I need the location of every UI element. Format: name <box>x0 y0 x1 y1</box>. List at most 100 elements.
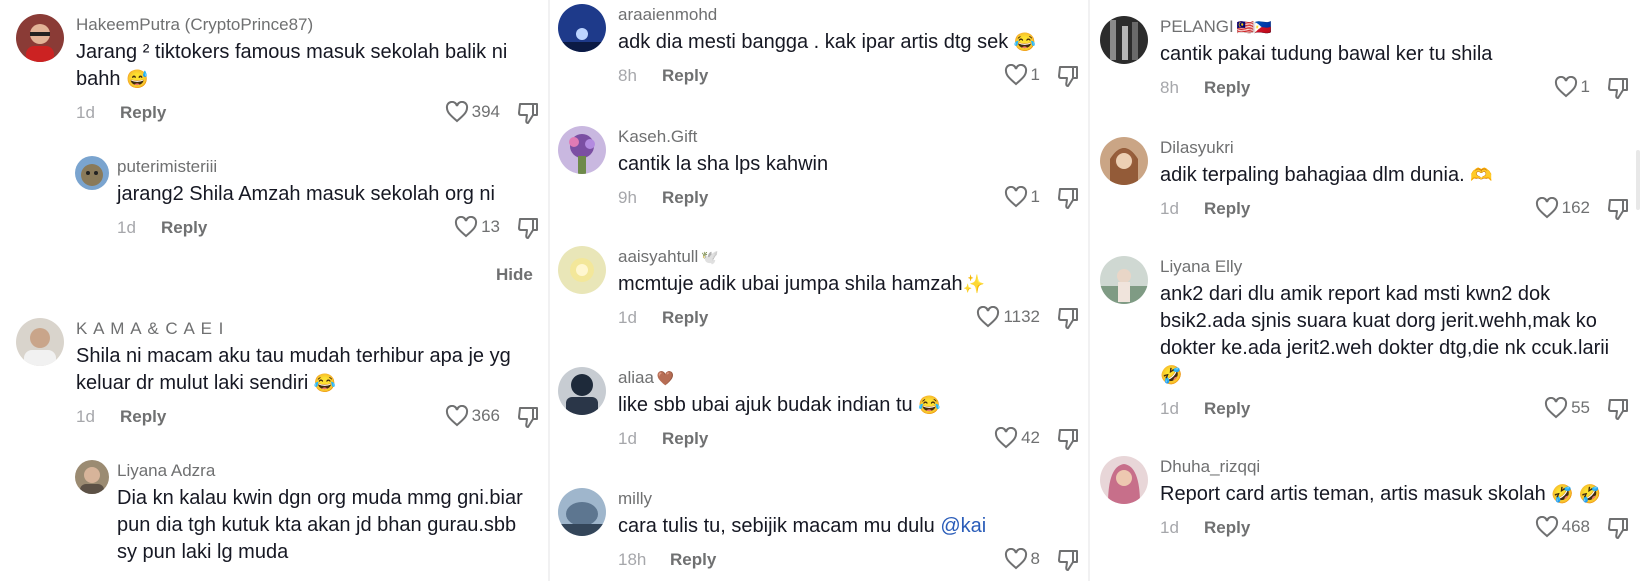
avatar[interactable] <box>1100 456 1148 504</box>
reply-button[interactable]: Reply <box>662 66 708 86</box>
username[interactable]: aliaa 🤎 <box>618 367 1080 389</box>
avatar[interactable] <box>558 246 606 294</box>
comment-meta: 8h Reply 1 <box>1160 76 1630 100</box>
rofl-emoji: 🤣 🤣 <box>1551 484 1602 504</box>
username[interactable]: HakeemPutra (CryptoPrince87) <box>76 14 540 36</box>
username[interactable]: Dilasyukri <box>1160 137 1630 159</box>
thumbs-down-icon <box>518 407 538 428</box>
reply-button[interactable]: Reply <box>662 429 708 449</box>
like-count: 1 <box>1030 65 1040 84</box>
hide-replies-button[interactable]: Hide <box>496 265 533 285</box>
reply-button[interactable]: Reply <box>120 103 166 123</box>
dislike-button[interactable] <box>1606 397 1630 426</box>
scrollbar[interactable] <box>1636 150 1640 210</box>
timestamp: 1d <box>76 103 95 122</box>
avatar[interactable] <box>1100 137 1148 185</box>
like-button[interactable]: 394 <box>445 101 500 123</box>
dislike-button[interactable] <box>1056 548 1080 577</box>
avatar[interactable] <box>75 156 109 190</box>
comment-meta: 1d Reply 13 <box>117 216 540 240</box>
like-button[interactable]: 42 <box>994 427 1040 449</box>
like-count: 42 <box>1021 428 1040 447</box>
reply-button[interactable]: Reply <box>1204 78 1250 98</box>
username[interactable]: milly <box>618 488 1080 510</box>
comment-text: cantik pakai tudung bawal ker tu shila <box>1160 43 1493 65</box>
comment-meta: 1d Reply 42 <box>618 427 1080 451</box>
reply-button[interactable]: Reply <box>161 218 207 238</box>
comment-text: Dia kn kalau kwin dgn org muda mmg gni.b… <box>117 487 523 563</box>
username[interactable]: PELANGI 🇲🇾🇵🇭 <box>1160 16 1630 38</box>
like-count: 13 <box>481 217 500 236</box>
like-button[interactable]: 468 <box>1535 516 1590 538</box>
avatar[interactable] <box>75 460 109 494</box>
like-button[interactable]: 1 <box>1004 64 1040 86</box>
avatar[interactable] <box>558 4 606 52</box>
heart-outline-icon <box>1004 186 1027 208</box>
avatar[interactable] <box>558 367 606 415</box>
timestamp: 1d <box>76 407 95 426</box>
avatar[interactable] <box>558 488 606 536</box>
thumbs-down-icon <box>1608 199 1628 220</box>
like-button[interactable]: 8 <box>1004 548 1040 570</box>
dislike-button[interactable] <box>516 405 540 434</box>
joy-emoji: 😂 <box>313 373 337 393</box>
like-count: 55 <box>1571 398 1590 417</box>
comment-meta: 1d Reply 55 <box>1160 397 1630 421</box>
mention-link[interactable]: @kai <box>940 515 986 537</box>
username[interactable]: Kaseh.Gift <box>618 126 1080 148</box>
like-button[interactable]: 1132 <box>976 306 1040 328</box>
timestamp: 9h <box>618 188 637 207</box>
like-button[interactable]: 1 <box>1554 76 1590 98</box>
username[interactable]: K A M A & C A E I <box>76 318 540 340</box>
username[interactable]: aaisyahtull 🕊️ <box>618 246 1080 268</box>
dislike-button[interactable] <box>1606 197 1630 226</box>
avatar[interactable] <box>16 318 64 366</box>
avatar[interactable] <box>16 14 64 62</box>
reply-button[interactable]: Reply <box>1204 518 1250 538</box>
dislike-button[interactable] <box>516 216 540 245</box>
comments-column-3: PELANGI 🇲🇾🇵🇭 cantik pakai tudung bawal ke… <box>1088 0 1640 581</box>
heart-outline-icon <box>1004 548 1027 570</box>
dislike-button[interactable] <box>1606 76 1630 105</box>
like-count: 1 <box>1030 187 1040 206</box>
comment-text: mcmtuje adik ubai jumpa shila hamzah✨ <box>618 273 986 295</box>
heart-hands-emoji: 🫶 <box>1470 165 1493 185</box>
like-button[interactable]: 55 <box>1544 397 1590 419</box>
username[interactable]: puterimisteriii <box>117 156 540 178</box>
avatar[interactable] <box>1100 16 1148 64</box>
reply-button[interactable]: Reply <box>670 550 716 570</box>
like-button[interactable]: 366 <box>445 405 500 427</box>
like-button[interactable]: 162 <box>1535 197 1590 219</box>
like-button[interactable]: 1 <box>1004 186 1040 208</box>
thumbs-down-icon <box>1608 518 1628 539</box>
comment-text: adik terpaling bahagiaa dlm dunia. 🫶 <box>1160 164 1493 186</box>
reply-button[interactable]: Reply <box>662 308 708 328</box>
comment-meta: 1d Reply 1132 <box>618 306 1080 330</box>
dislike-button[interactable] <box>1056 64 1080 93</box>
username[interactable]: araaienmohd <box>618 4 1080 26</box>
dislike-button[interactable] <box>1606 516 1630 545</box>
heart-outline-icon <box>995 427 1018 449</box>
comment-meta: 1d Reply 366 <box>76 405 540 429</box>
dislike-button[interactable] <box>516 101 540 130</box>
reply-button[interactable]: Reply <box>1204 199 1250 219</box>
username[interactable]: Dhuha_rizqqi <box>1160 456 1630 478</box>
dislike-button[interactable] <box>1056 306 1080 335</box>
avatar[interactable] <box>1100 256 1148 304</box>
comment-text: jarang2 Shila Amzah masuk sekolah org ni <box>117 183 495 205</box>
comment-meta: 18h Reply 8 <box>618 548 1080 572</box>
username[interactable]: Liyana Elly <box>1160 256 1630 278</box>
heart-outline-icon <box>445 405 468 427</box>
comment-text: cantik la sha lps kahwin <box>618 153 829 175</box>
reply-button[interactable]: Reply <box>1204 399 1250 419</box>
heart-outline-icon <box>977 306 1000 328</box>
like-button[interactable]: 13 <box>454 216 500 238</box>
avatar[interactable] <box>558 126 606 174</box>
comments-column-2: araaienmohd adk dia mesti bangga . kak i… <box>548 0 1088 581</box>
dislike-button[interactable] <box>1056 427 1080 456</box>
dislike-button[interactable] <box>1056 186 1080 215</box>
reply-button[interactable]: Reply <box>120 407 166 427</box>
reply-button[interactable]: Reply <box>662 188 708 208</box>
comment-text: ank2 dari dlu amik report kad msti kwn2 … <box>1160 283 1610 385</box>
username[interactable]: Liyana Adzra <box>117 460 540 482</box>
